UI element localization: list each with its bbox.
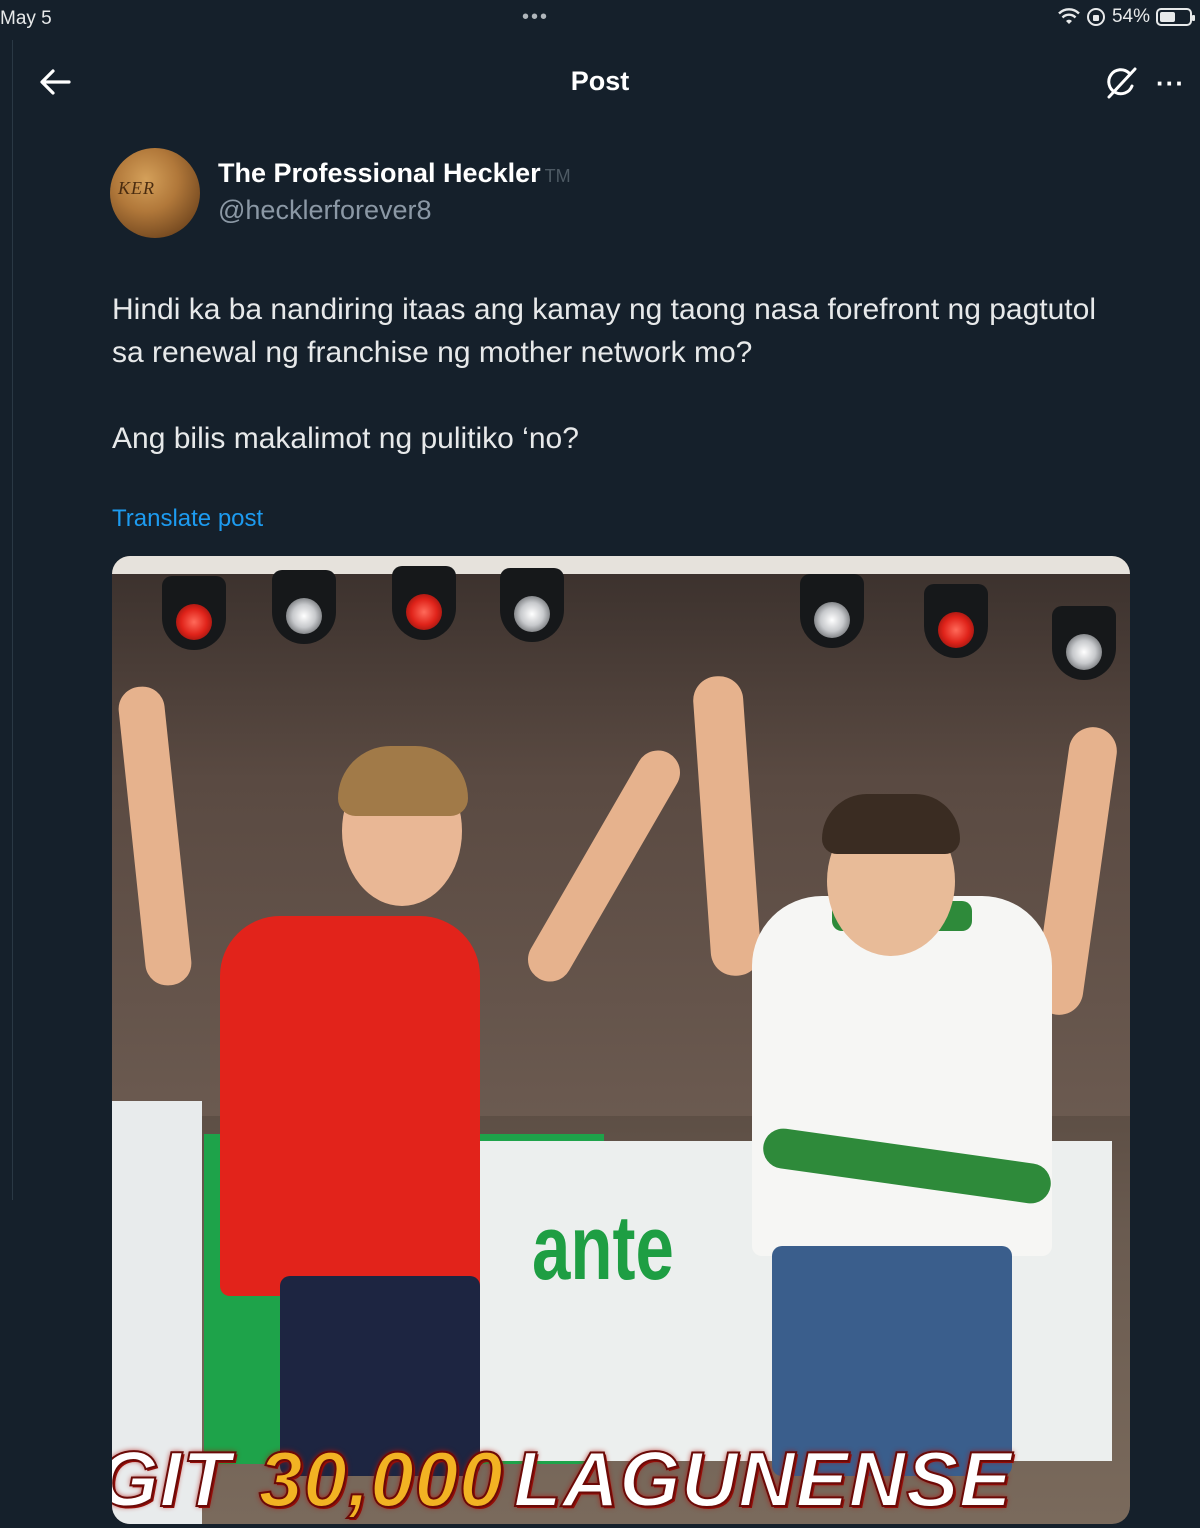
status-date: May 5 [0,8,52,29]
stage-light [924,584,988,658]
grok-button[interactable] [1102,64,1140,102]
translate-post-link[interactable]: Translate post [112,505,263,533]
status-bar: May 5 ••• 54% [0,0,1200,40]
author-tm-mark: TM [544,166,571,186]
stage-light [1052,606,1116,680]
wifi-icon [1058,8,1080,26]
caption-word: LAGUNENSE [513,1434,1013,1524]
author-name[interactable]: The Professional Heckler TM [218,158,571,189]
battery-percent: 54% [1111,6,1150,27]
stage-light [500,568,564,642]
post-image[interactable]: ante GIT 30,000LAGUNENSE [112,556,1130,1524]
caption-number: 30,000 [258,1434,504,1524]
woman-red-shirt [220,916,480,1296]
avatar-logo-text: KER [118,178,155,198]
grok-icon [1107,67,1137,99]
stage-light [392,566,456,640]
more-options-button[interactable]: ··· [1156,68,1194,98]
stage-light [162,576,226,650]
battery-level [1160,12,1176,22]
banner-text: ante [532,1197,674,1299]
caption-text: GIT 30,000LAGUNENSE [112,1434,1012,1524]
stage-light [272,570,336,644]
canopy-edge [112,556,1130,574]
caption-prefix: GIT [112,1434,231,1524]
multitasking-dots[interactable]: ••• [522,6,549,29]
side-rail-divider [12,40,13,1200]
avatar[interactable]: KER [110,148,200,238]
status-right: 54% [1058,6,1195,28]
post-text: Hindi ka ba nandiring itaas ang kamay ng… [112,288,1112,503]
author-handle[interactable]: @hecklerforever8 [218,195,432,226]
author-name-text: The Professional Heckler [218,158,541,188]
battery-icon [1156,8,1195,26]
image-caption: GIT 30,000LAGUNENSE [112,1434,1130,1524]
post-paragraph: Ang bilis makalimot ng pulitiko ‘no? [112,422,579,455]
page-title: Post [570,66,630,96]
nav-header: Post ··· [0,50,1200,114]
stage-light [800,574,864,648]
orientation-lock-icon [1086,7,1106,27]
post-paragraph: Hindi ka ba nandiring itaas ang kamay ng… [112,293,1096,369]
man-hair [822,794,960,854]
